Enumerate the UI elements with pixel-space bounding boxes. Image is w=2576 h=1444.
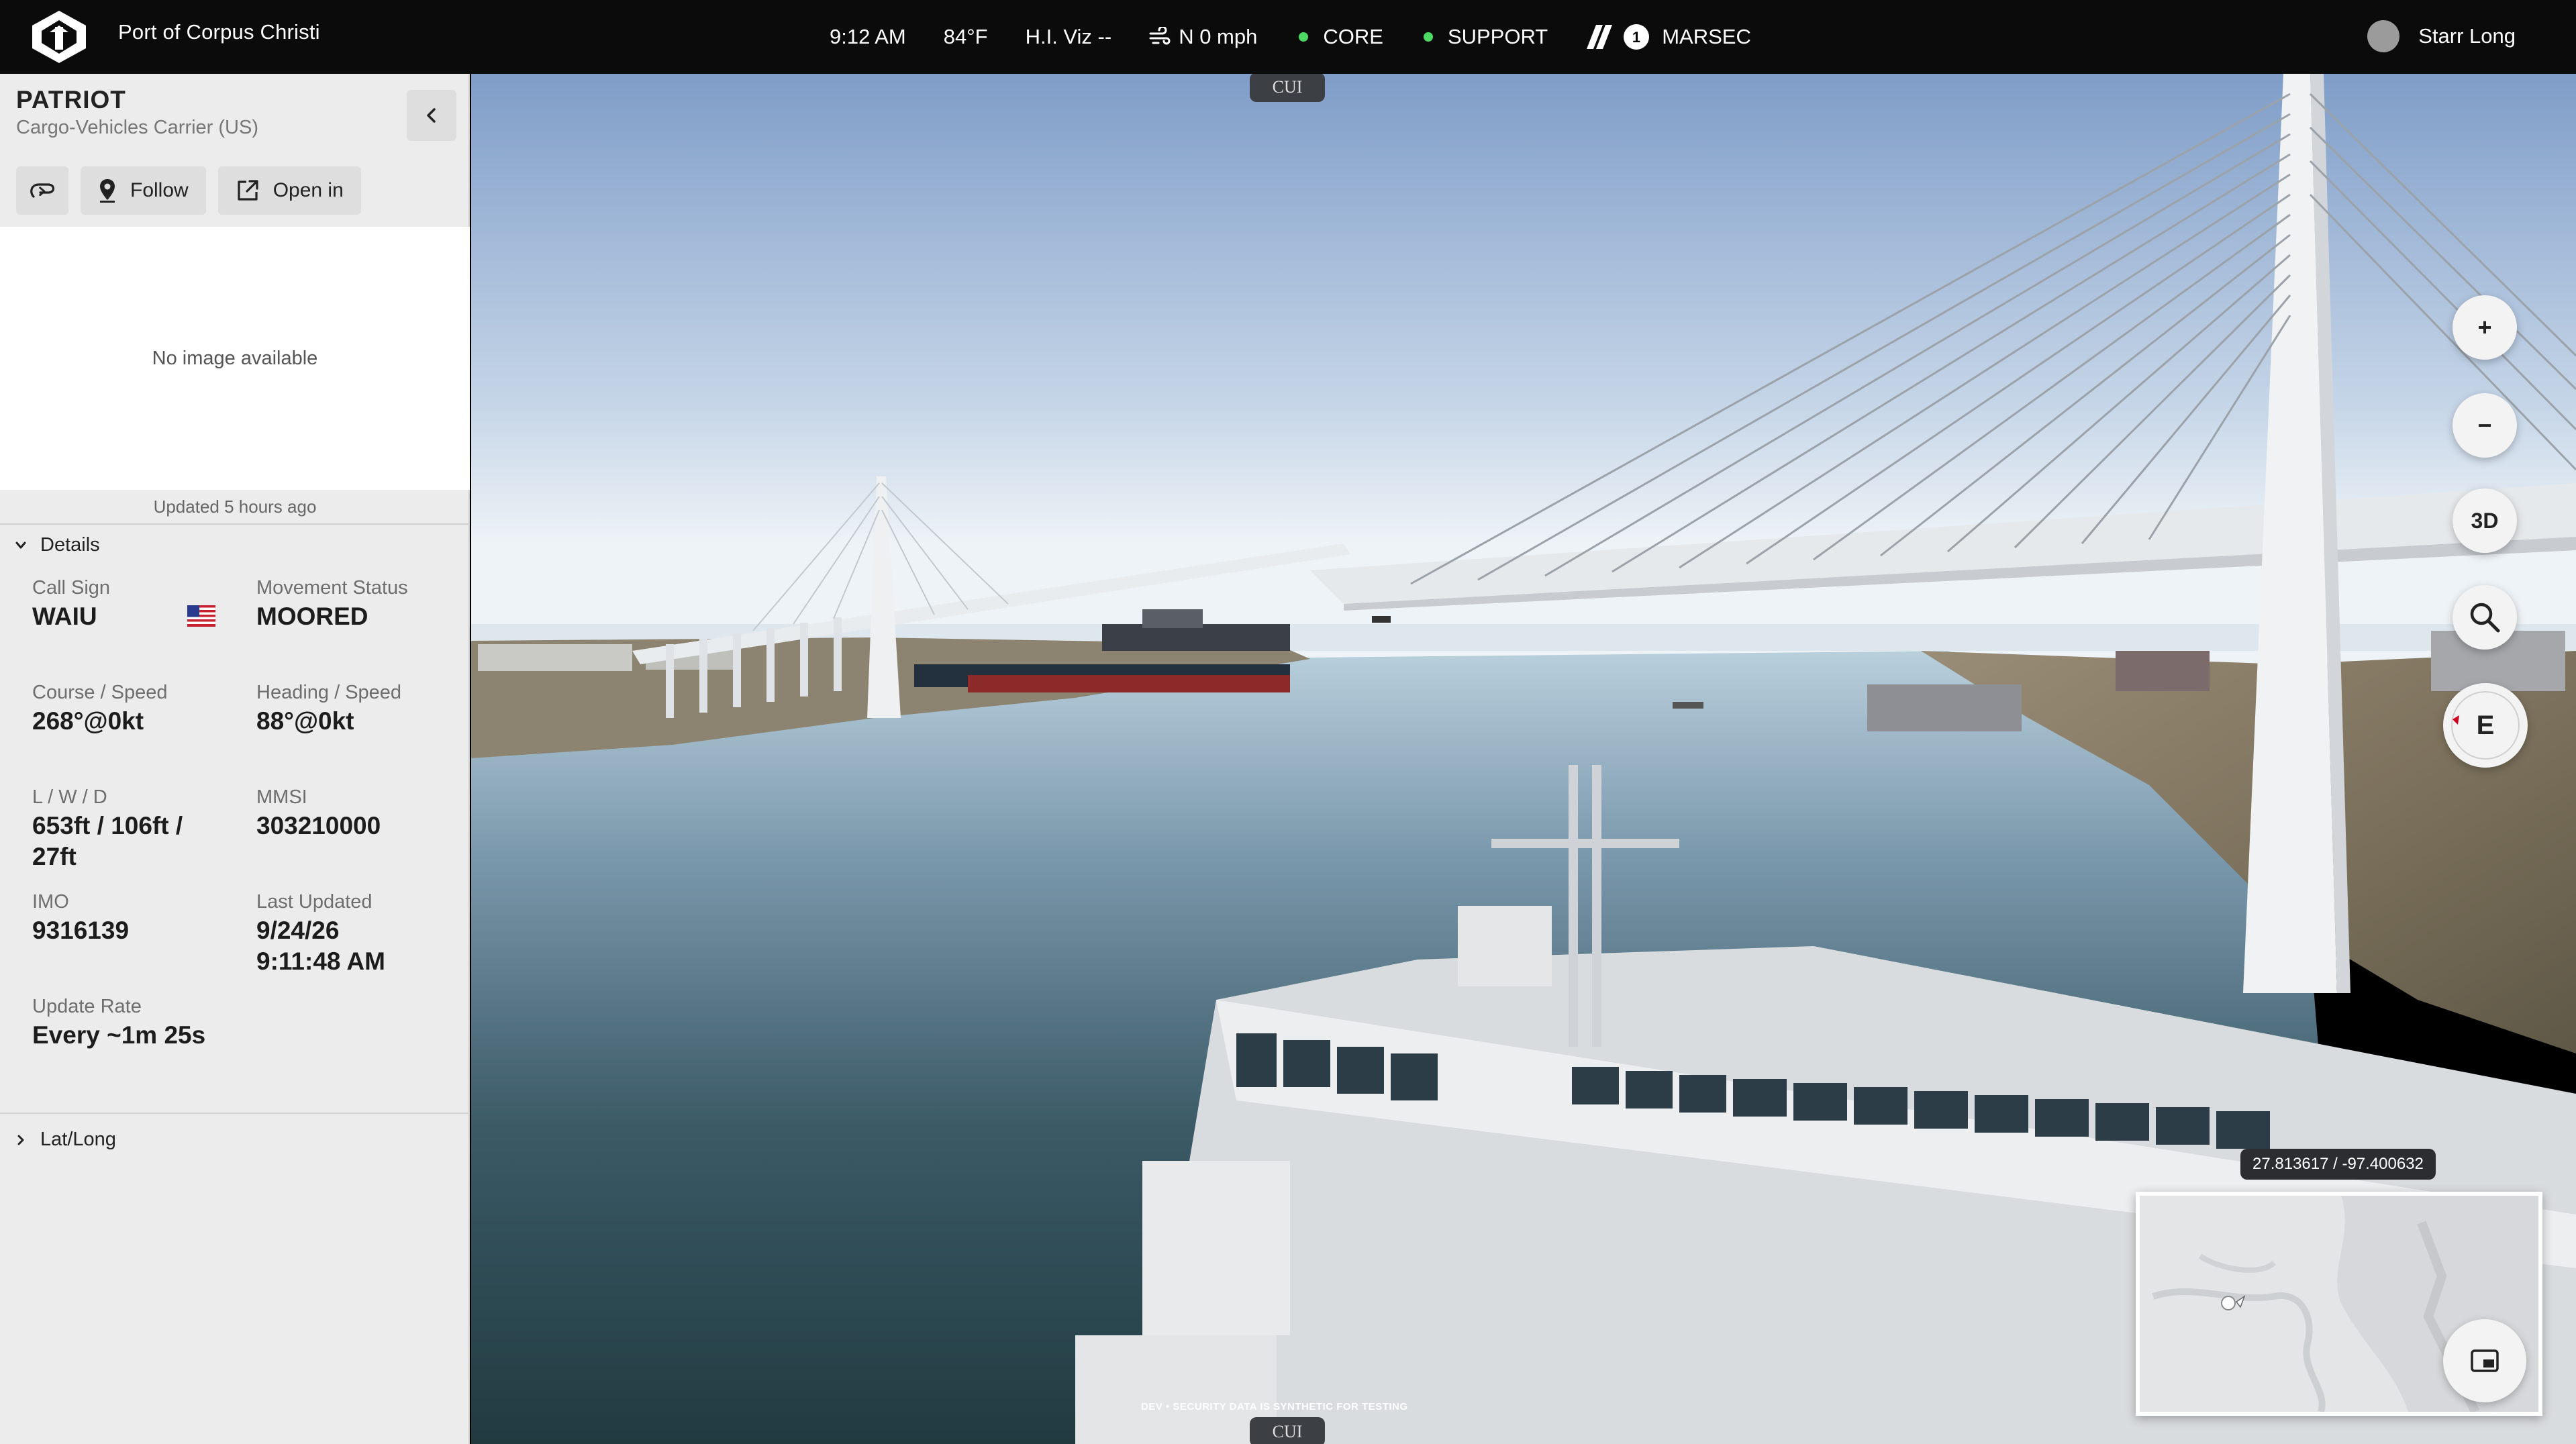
marsec-status[interactable]: 1 MARSEC (1585, 23, 1751, 50)
port-name[interactable]: Port of Corpus Christi (118, 20, 320, 44)
call-sign-value: WAIU (32, 603, 97, 630)
track-button[interactable] (16, 166, 68, 215)
port-logo-icon[interactable] (30, 9, 89, 64)
compass-heading: E (2476, 710, 2495, 740)
vessel-action-buttons: Follow Open in (16, 166, 361, 215)
collapse-panel-button[interactable] (407, 90, 456, 141)
last-updated-time: 9:11:48 AM (256, 947, 385, 975)
follow-button[interactable]: Follow (81, 166, 206, 215)
zoom-in-label: + (2477, 313, 2492, 341)
compass-button[interactable]: E (2443, 683, 2528, 768)
call-sign-label: Call Sign (32, 577, 111, 599)
map-3d-viewport[interactable]: CUI CUI + − 3D E 27.813617 / -97.400632 (471, 74, 2576, 1444)
vessel-name: PATRIOT (16, 86, 126, 113)
heading-speed-label: Heading / Speed (256, 682, 402, 703)
core-label: CORE (1323, 25, 1383, 48)
follow-label: Follow (130, 179, 189, 201)
support-status[interactable]: SUPPORT (1423, 25, 1548, 49)
latlong-section-toggle[interactable]: Lat/Long (15, 1129, 116, 1151)
imo-label: IMO (32, 891, 69, 913)
vessel-type: Cargo-Vehicles Carrier (US) (16, 117, 258, 138)
us-flag-icon (187, 605, 215, 627)
marsec-level-badge: 1 (1624, 24, 1650, 50)
wind-value: N 0 mph (1179, 25, 1258, 48)
image-updated-text: Updated 5 hours ago (0, 490, 470, 525)
top-bar: Port of Corpus Christi 9:12 AM 84°F H.I.… (0, 0, 2576, 74)
cui-banner-bottom: CUI (1250, 1417, 1325, 1444)
details-section-toggle[interactable]: Details (15, 534, 100, 556)
update-rate-label: Update Rate (32, 996, 142, 1017)
last-updated-date: 9/24/26 (256, 917, 340, 944)
support-status-dot (1423, 32, 1433, 42)
heading-speed-value: 88°@0kt (256, 707, 354, 735)
last-updated-label: Last Updated (256, 891, 373, 913)
map-pin-icon (100, 179, 115, 203)
zoom-out-button[interactable]: − (2453, 393, 2517, 458)
picture-in-picture-icon (2471, 1349, 2499, 1372)
mmsi-label: MMSI (256, 786, 307, 808)
minimap-toggle-button[interactable] (2443, 1319, 2526, 1402)
external-link-icon (238, 180, 258, 201)
open-in-label: Open in (273, 179, 344, 201)
dimensions-value-line1: 653ft / 106ft / (32, 812, 183, 839)
support-label: SUPPORT (1447, 25, 1548, 48)
chevron-right-icon (17, 1135, 24, 1145)
wind-icon (1149, 27, 1171, 45)
movement-status-value: MOORED (256, 603, 368, 630)
status-strip: 9:12 AM 84°F H.I. Viz -- N 0 mph CORE SU… (830, 20, 1751, 54)
details-label: Details (40, 534, 100, 556)
vessel-detail-panel: PATRIOT Cargo-Vehicles Carrier (US) Foll… (0, 74, 470, 1444)
vessel-image-placeholder: No image available (0, 227, 470, 490)
movement-status-label: Movement Status (256, 577, 408, 599)
no-image-text: No image available (152, 347, 318, 369)
chevron-left-icon (427, 108, 436, 123)
imo-value: 9316139 (32, 917, 130, 944)
avatar (2367, 20, 2400, 52)
core-status[interactable]: CORE (1299, 25, 1383, 49)
track-route-icon (30, 183, 55, 198)
search-button[interactable] (2453, 585, 2517, 650)
chevron-down-icon (15, 542, 26, 548)
svg-text:1: 1 (1632, 29, 1640, 46)
update-rate-value: Every ~1m 25s (32, 1021, 206, 1049)
cui-banner-top: CUI (1250, 74, 1325, 102)
user-name: Starr Long (2418, 24, 2516, 48)
latlong-label: Lat/Long (40, 1129, 116, 1150)
course-speed-label: Course / Speed (32, 682, 168, 703)
wind-display: N 0 mph (1149, 25, 1257, 49)
coordinate-readout: 27.813617 / -97.400632 (2240, 1149, 2436, 1180)
view-mode-label: 3D (2471, 508, 2499, 533)
zoom-in-button[interactable]: + (2453, 295, 2517, 360)
zoom-out-label: − (2477, 411, 2492, 439)
dev-synthetic-data-notice: DEV • SECURITY DATA IS SYNTHETIC FOR TES… (1141, 1401, 1408, 1412)
section-divider (0, 1113, 470, 1114)
course-speed-value: 268°@0kt (32, 707, 144, 735)
dimensions-value-line2: 27ft (32, 843, 77, 870)
open-in-button[interactable]: Open in (217, 166, 361, 215)
core-status-dot (1299, 32, 1309, 42)
view-mode-3d-button[interactable]: 3D (2453, 488, 2517, 553)
visibility-display: H.I. Viz -- (1025, 25, 1112, 48)
user-menu[interactable]: Starr Long (2367, 20, 2516, 52)
mmsi-value: 303210000 (256, 812, 381, 839)
temperature-display: 84°F (943, 25, 988, 48)
marsec-stripes-icon (1587, 25, 1613, 49)
marsec-label: MARSEC (1662, 25, 1751, 48)
time-display: 9:12 AM (830, 25, 906, 48)
dimensions-label: L / W / D (32, 786, 107, 808)
search-icon (2470, 603, 2500, 633)
